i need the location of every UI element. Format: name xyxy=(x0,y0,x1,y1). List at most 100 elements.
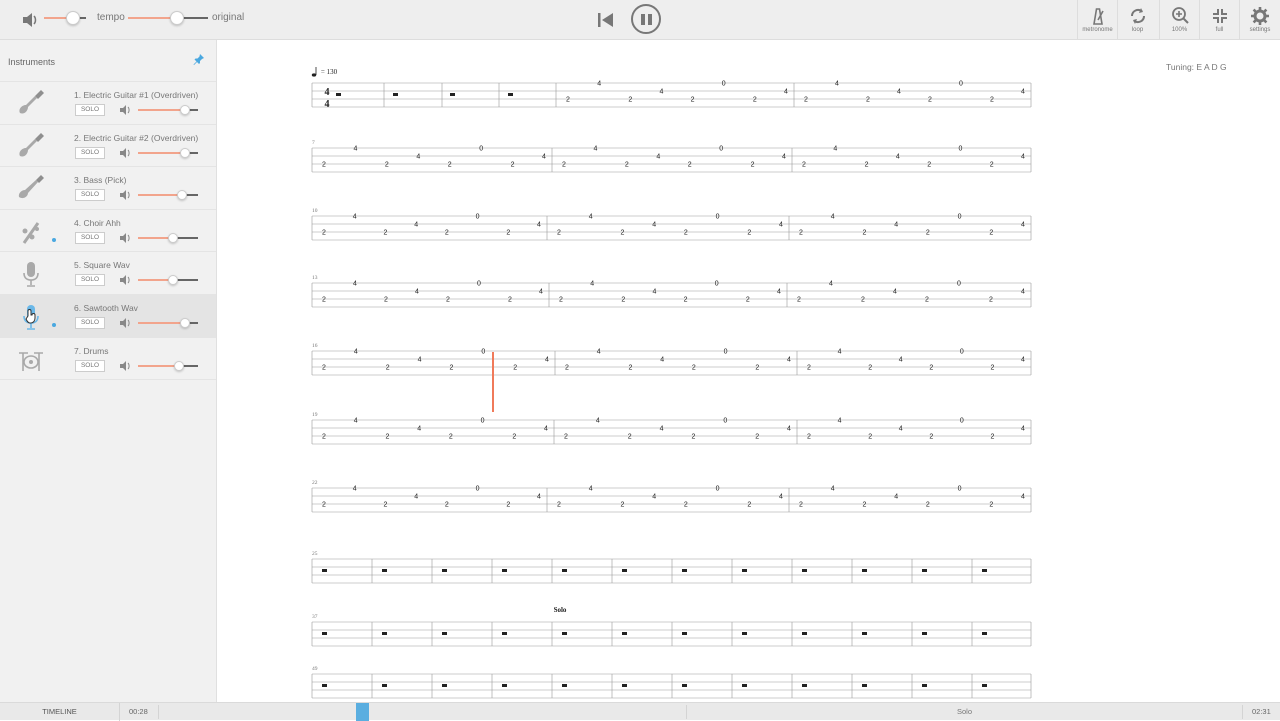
fret-number: 2 xyxy=(445,230,449,237)
fret-number: 4 xyxy=(596,418,600,425)
rest-mark xyxy=(336,93,341,96)
track-active-indicator xyxy=(52,322,56,327)
fret-number: 4 xyxy=(777,289,781,296)
zoom-button[interactable]: 100% xyxy=(1159,0,1199,40)
solo-button[interactable]: SOLO xyxy=(75,146,105,159)
fret-number: 2 xyxy=(797,297,801,304)
rest-mark xyxy=(502,632,507,635)
fret-number: 2 xyxy=(559,297,563,304)
metronome-button[interactable]: metronome xyxy=(1077,0,1117,40)
track-volume-slider[interactable] xyxy=(138,231,198,245)
solo-button[interactable]: SOLO xyxy=(75,359,105,372)
track-volume-icon[interactable] xyxy=(119,360,131,372)
rest-mark xyxy=(862,684,867,687)
track-volume-icon[interactable] xyxy=(119,147,131,159)
fret-number: 4 xyxy=(787,357,791,364)
fret-number: 2 xyxy=(620,230,624,237)
track-volume-slider[interactable] xyxy=(138,359,198,373)
rest-mark xyxy=(502,684,507,687)
fullscreen-button[interactable]: full xyxy=(1199,0,1239,40)
track-volume-icon[interactable] xyxy=(119,317,131,329)
timeline-label: TIMELINE xyxy=(0,703,120,721)
electric-guitar-icon xyxy=(19,90,44,114)
fret-number: 0 xyxy=(716,214,720,221)
microphone-icon xyxy=(23,262,39,288)
track-name: 6. Sawtooth Wav xyxy=(74,302,138,313)
rest-mark xyxy=(382,569,387,572)
fret-number: 2 xyxy=(929,434,933,441)
track-name: 3. Bass (Pick) xyxy=(74,175,127,186)
track-row[interactable]: 5. Square Wav SOLO xyxy=(0,252,216,295)
fret-number: 2 xyxy=(688,162,692,169)
fret-number: 0 xyxy=(960,418,964,425)
track-volume-icon[interactable] xyxy=(119,104,131,116)
fret-number: 4 xyxy=(414,222,418,229)
track-active-indicator xyxy=(52,237,56,242)
fret-number: 4 xyxy=(593,146,597,153)
timeline-bar[interactable]: TIMELINE 00:28 Solo 02:31 xyxy=(0,702,1280,721)
track-volume-slider[interactable] xyxy=(138,188,198,202)
fret-number: 2 xyxy=(557,502,561,509)
track-row[interactable]: 4. Choir Ahh SOLO xyxy=(0,210,216,253)
master-volume-slider[interactable] xyxy=(44,11,86,25)
choir-icon xyxy=(22,221,40,244)
fret-number: 0 xyxy=(476,214,480,221)
tempo-knob[interactable] xyxy=(170,11,184,25)
fullscreen-label: full xyxy=(1215,27,1224,33)
fret-number: 2 xyxy=(684,502,688,509)
playback-position-marker[interactable] xyxy=(356,703,369,721)
fret-number: 2 xyxy=(445,502,449,509)
fret-number: 2 xyxy=(628,434,632,441)
fret-number: 2 xyxy=(322,434,326,441)
settings-button[interactable]: settings xyxy=(1239,0,1280,40)
metronome-icon xyxy=(1092,8,1104,25)
track-volume-slider[interactable] xyxy=(138,146,198,160)
track-volume-icon[interactable] xyxy=(119,232,131,244)
track-volume-slider[interactable] xyxy=(138,316,198,330)
track-name: 1. Electric Guitar #1 (Overdriven) xyxy=(74,90,199,100)
pin-icon[interactable] xyxy=(193,53,205,65)
fret-number: 0 xyxy=(722,81,726,88)
solo-button[interactable]: SOLO xyxy=(75,316,105,329)
bar-number: 49 xyxy=(312,666,318,672)
rest-mark xyxy=(322,684,327,687)
rest-mark xyxy=(562,569,567,572)
fret-number: 2 xyxy=(562,162,566,169)
track-volume-slider[interactable] xyxy=(138,103,198,117)
time-signature-bottom: 4 xyxy=(325,99,330,110)
fret-number: 4 xyxy=(652,289,656,296)
rest-mark xyxy=(442,632,447,635)
solo-button[interactable]: SOLO xyxy=(75,189,105,202)
fret-number: 0 xyxy=(958,214,962,221)
solo-button[interactable]: SOLO xyxy=(75,104,105,116)
fret-number: 4 xyxy=(779,222,783,229)
track-volume-slider[interactable] xyxy=(138,273,198,287)
track-volume-icon[interactable] xyxy=(119,189,131,201)
solo-button[interactable]: SOLO xyxy=(75,231,105,244)
track-row[interactable]: 7. Drums SOLO xyxy=(0,338,216,381)
fret-number: 2 xyxy=(385,162,389,169)
bar-number: 16 xyxy=(312,343,318,349)
fret-number: 2 xyxy=(628,365,632,372)
fret-number: 4 xyxy=(893,289,897,296)
original-label: original xyxy=(212,12,245,23)
track-volume-icon[interactable] xyxy=(119,274,131,286)
master-volume-knob[interactable] xyxy=(66,11,80,25)
fret-number: 2 xyxy=(799,230,803,237)
track-row[interactable]: 3. Bass (Pick) SOLO xyxy=(0,167,216,210)
master-volume-icon[interactable] xyxy=(20,10,40,30)
tempo-slider[interactable] xyxy=(128,11,208,25)
instruments-sidebar: Instruments 1. Electric Guitar #1 (Overd… xyxy=(0,40,217,702)
track-row[interactable]: 1. Electric Guitar #1 (Overdriven) SOLO xyxy=(0,82,216,125)
solo-button[interactable]: SOLO xyxy=(75,274,105,287)
track-row[interactable]: 2. Electric Guitar #2 (Overdriven) SOLO xyxy=(0,125,216,168)
tab-score-area[interactable]: Tuning: E A D G = 130 4 4 2 4 2 4 2 0 2 4 2 4 2 4 2 0 2 4 7… xyxy=(217,40,1280,702)
fret-number: 0 xyxy=(724,349,728,356)
pause-button[interactable] xyxy=(631,4,661,34)
skip-back-button[interactable] xyxy=(596,10,616,30)
fret-number: 2 xyxy=(866,97,870,104)
rest-mark xyxy=(862,569,867,572)
track-row[interactable]: 6. Sawtooth Wav SOLO xyxy=(0,294,216,338)
tablature-canvas[interactable]: = 130 4 4 2 4 2 4 2 0 2 4 2 4 2 4 2 0 2 4 7 2 4 2 4 2 0 2 4 2 4 2 4 2 0 2 4… xyxy=(217,40,1280,702)
loop-button[interactable]: loop xyxy=(1117,0,1157,40)
